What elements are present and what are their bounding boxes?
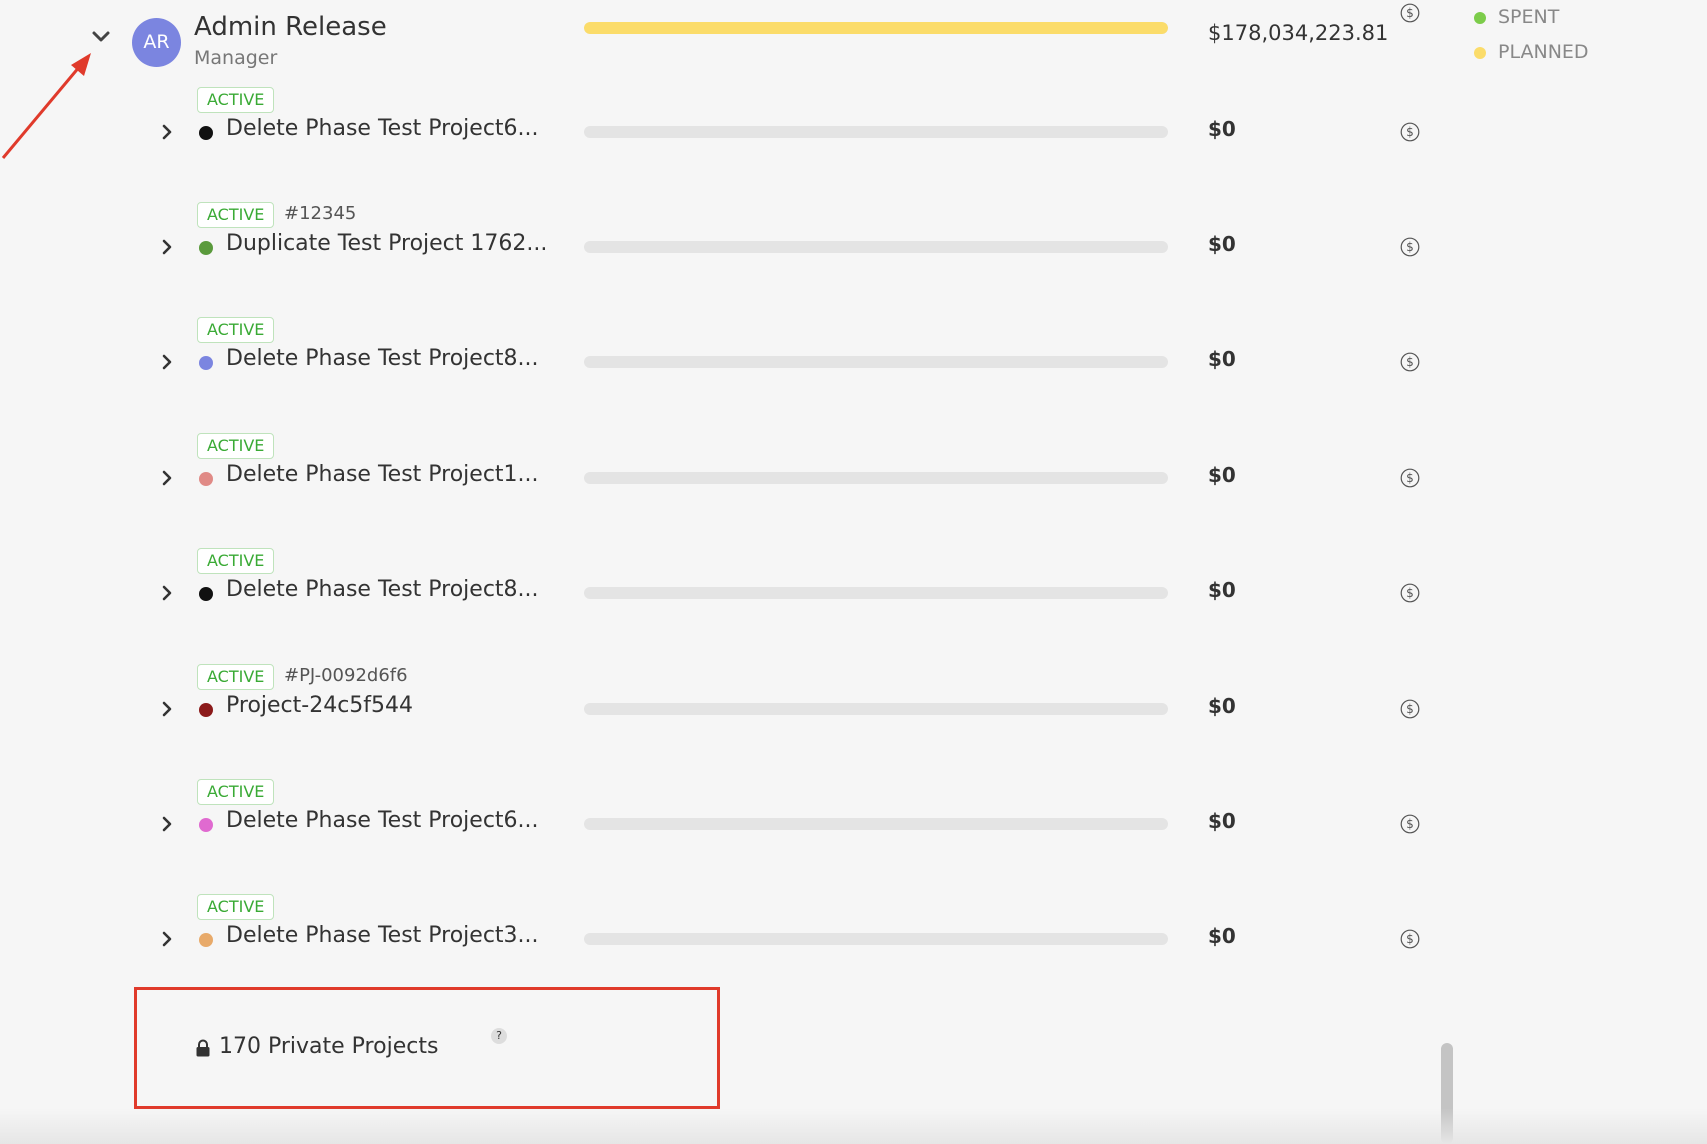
legend-item-planned: PLANNED: [1474, 38, 1589, 73]
project-amount: $0: [1208, 232, 1236, 256]
project-number: #PJ-0092d6f6: [284, 665, 408, 686]
dollar-circle-icon[interactable]: $: [1400, 237, 1420, 257]
project-budget-bar: [584, 126, 1168, 138]
project-name[interactable]: Delete Phase Test Project6...: [226, 116, 539, 141]
dollar-circle-icon[interactable]: $: [1400, 814, 1420, 834]
project-color-dot: [199, 356, 213, 370]
svg-text:$: $: [1406, 355, 1414, 369]
lock-icon: [195, 1039, 211, 1057]
collapse-chevron-down-icon[interactable]: [88, 24, 114, 50]
status-badge: ACTIVE: [197, 202, 275, 228]
expand-chevron-right-icon[interactable]: [156, 928, 178, 950]
svg-text:$: $: [1406, 817, 1414, 831]
project-amount: $0: [1208, 463, 1236, 487]
svg-text:$: $: [1406, 240, 1414, 254]
owner-planned-fill: [584, 22, 1168, 34]
expand-chevron-right-icon[interactable]: [156, 813, 178, 835]
status-badge: ACTIVE: [197, 87, 275, 113]
svg-text:$: $: [1406, 6, 1414, 20]
project-row: ACTIVE Delete Phase Test Project8... $0 …: [0, 548, 1707, 663]
project-budget-bar: [584, 587, 1168, 599]
legend-label-spent: SPENT: [1498, 6, 1560, 28]
project-number: #12345: [284, 203, 357, 224]
expand-chevron-right-icon[interactable]: [156, 467, 178, 489]
project-budget-bar: [584, 241, 1168, 253]
owner-total-amount: $178,034,223.81: [1208, 21, 1389, 45]
status-badge: ACTIVE: [197, 548, 275, 574]
status-badge: ACTIVE: [197, 894, 275, 920]
project-row: ACTIVE #PJ-0092d6f6 Project-24c5f544 $0 …: [0, 664, 1707, 779]
owner-dollar-circle-icon[interactable]: $: [1400, 3, 1420, 23]
project-color-dot: [199, 472, 213, 486]
svg-text:$: $: [1406, 702, 1414, 716]
status-badge: ACTIVE: [197, 779, 275, 805]
project-row: ACTIVE Delete Phase Test Project6... $0 …: [0, 779, 1707, 894]
owner-budget-bar: [584, 22, 1168, 34]
svg-text:$: $: [1406, 471, 1414, 485]
legend-dot-spent: [1474, 12, 1486, 24]
project-name[interactable]: Delete Phase Test Project8...: [226, 346, 539, 371]
project-budget-bar: [584, 933, 1168, 945]
project-name[interactable]: Delete Phase Test Project3...: [226, 923, 539, 948]
project-color-dot: [199, 933, 213, 947]
project-budget-bar: [584, 356, 1168, 368]
expand-chevron-right-icon[interactable]: [156, 351, 178, 373]
svg-text:$: $: [1406, 932, 1414, 946]
expand-chevron-right-icon[interactable]: [156, 121, 178, 143]
status-badge: ACTIVE: [197, 317, 275, 343]
project-amount: $0: [1208, 809, 1236, 833]
project-color-dot: [199, 703, 213, 717]
dollar-circle-icon[interactable]: $: [1400, 122, 1420, 142]
private-projects-label[interactable]: 170 Private Projects: [219, 1034, 438, 1059]
help-icon[interactable]: ?: [491, 1028, 507, 1044]
avatar: AR: [132, 18, 181, 67]
project-color-dot: [199, 126, 213, 140]
project-row: ACTIVE Delete Phase Test Project1... $0 …: [0, 433, 1707, 548]
project-row: ACTIVE #12345 Duplicate Test Project 176…: [0, 202, 1707, 317]
expand-chevron-right-icon[interactable]: [156, 582, 178, 604]
project-row: ACTIVE Delete Phase Test Project8... $0 …: [0, 317, 1707, 432]
owner-role: Manager: [194, 47, 278, 69]
project-budget-bar: [584, 472, 1168, 484]
dollar-circle-icon[interactable]: $: [1400, 929, 1420, 949]
svg-text:$: $: [1406, 125, 1414, 139]
expand-chevron-right-icon[interactable]: [156, 236, 178, 258]
project-name[interactable]: Project-24c5f544: [226, 693, 413, 718]
project-amount: $0: [1208, 117, 1236, 141]
legend-label-planned: PLANNED: [1498, 41, 1589, 63]
project-name[interactable]: Delete Phase Test Project6...: [226, 808, 539, 833]
project-amount: $0: [1208, 347, 1236, 371]
project-row: ACTIVE Delete Phase Test Project6... $0 …: [0, 87, 1707, 202]
scrollbar-thumb[interactable]: [1441, 1043, 1453, 1144]
project-budget-bar: [584, 818, 1168, 830]
project-color-dot: [199, 241, 213, 255]
status-badge: ACTIVE: [197, 664, 275, 690]
project-name[interactable]: Duplicate Test Project 1762...: [226, 231, 546, 256]
dollar-circle-icon[interactable]: $: [1400, 468, 1420, 488]
owner-name[interactable]: Admin Release: [194, 12, 387, 42]
status-badge: ACTIVE: [197, 433, 275, 459]
budget-page: AR Admin Release Manager $178,034,223.81…: [0, 0, 1707, 1144]
project-budget-bar: [584, 703, 1168, 715]
project-color-dot: [199, 587, 213, 601]
project-name[interactable]: Delete Phase Test Project8...: [226, 577, 539, 602]
dollar-circle-icon[interactable]: $: [1400, 583, 1420, 603]
legend-item-spent: SPENT: [1474, 3, 1589, 38]
project-name[interactable]: Delete Phase Test Project1...: [226, 462, 539, 487]
chart-legend: SPENT PLANNED: [1474, 3, 1589, 73]
project-amount: $0: [1208, 694, 1236, 718]
svg-text:$: $: [1406, 586, 1414, 600]
expand-chevron-right-icon[interactable]: [156, 698, 178, 720]
dollar-circle-icon[interactable]: $: [1400, 699, 1420, 719]
project-amount: $0: [1208, 578, 1236, 602]
legend-dot-planned: [1474, 47, 1486, 59]
project-amount: $0: [1208, 924, 1236, 948]
dollar-circle-icon[interactable]: $: [1400, 352, 1420, 372]
project-color-dot: [199, 818, 213, 832]
